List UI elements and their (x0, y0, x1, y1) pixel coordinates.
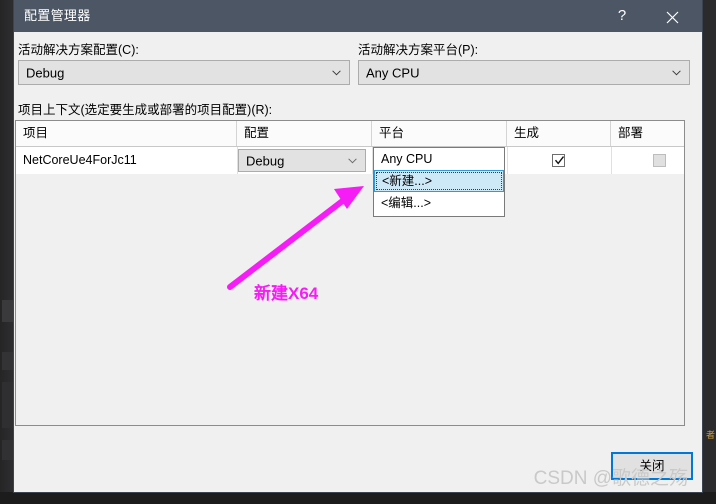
close-window-button[interactable] (650, 0, 694, 32)
csdn-watermark: CSDN @歌德之殇 (533, 468, 688, 489)
column-header-platform[interactable]: 平台 (372, 121, 507, 146)
solution-config-combobox[interactable]: Debug (18, 60, 350, 85)
dialog-title: 配置管理器 (24, 8, 91, 23)
annotation-label: 新建X64 (254, 284, 319, 303)
platform-dropdown-list[interactable]: Any CPU <新建...> <编辑...> (373, 147, 505, 217)
dialog-body: 活动解决方案配置(C): Debug 活动解决方案平台(P): Any CPU … (14, 32, 702, 492)
dropdown-item-any-cpu[interactable]: Any CPU (374, 148, 504, 170)
backdrop-side-label: 者 (705, 430, 715, 439)
dropdown-item-edit[interactable]: <编辑...> (374, 192, 504, 214)
focus-ring (376, 172, 502, 190)
deploy-checkbox (653, 154, 666, 167)
solution-platform-label: 活动解决方案平台(P): (358, 43, 479, 57)
project-context-label: 项目上下文(选定要生成或部署的项目配置)(R): (18, 103, 273, 117)
solution-platform-value: Any CPU (366, 65, 420, 80)
table-row[interactable]: NetCoreUe4ForJc11 Debug Any CPU (16, 147, 684, 175)
grid-header-row: 项目 配置 平台 生成 部署 (16, 121, 684, 147)
column-header-configuration[interactable]: 配置 (237, 121, 372, 146)
cell-divider (507, 147, 508, 174)
dialog-titlebar: 配置管理器 ? (14, 0, 702, 32)
column-header-project[interactable]: 项目 (16, 121, 237, 146)
dropdown-item-new[interactable]: <新建...> (374, 170, 504, 192)
chevron-down-icon (672, 69, 681, 75)
help-button[interactable]: ? (600, 0, 644, 32)
chevron-down-icon (332, 69, 341, 75)
column-header-build[interactable]: 生成 (507, 121, 611, 146)
build-checkbox[interactable] (552, 154, 565, 167)
cell-project-name: NetCoreUe4ForJc11 (23, 153, 137, 167)
column-header-deploy[interactable]: 部署 (611, 121, 684, 146)
project-context-grid: 项目 配置 平台 生成 部署 NetCoreUe4ForJc11 Debug A… (15, 120, 685, 426)
row-configuration-combobox[interactable]: Debug (238, 149, 366, 172)
close-x-icon (666, 11, 678, 24)
chevron-down-icon (348, 157, 357, 163)
cell-divider (611, 147, 612, 174)
grid-empty-area (16, 174, 684, 425)
backdrop-right-panel (700, 0, 716, 504)
backdrop-statusbar (0, 492, 716, 504)
configuration-manager-dialog: 配置管理器 ? 活动解决方案配置(C): Debug 活动解决方案平台(P): … (14, 0, 702, 492)
solution-config-value: Debug (26, 65, 65, 80)
checkmark-icon (554, 156, 565, 165)
solution-config-label: 活动解决方案配置(C): (18, 43, 139, 57)
row-configuration-value: Debug (246, 153, 285, 168)
solution-platform-combobox[interactable]: Any CPU (358, 60, 690, 85)
